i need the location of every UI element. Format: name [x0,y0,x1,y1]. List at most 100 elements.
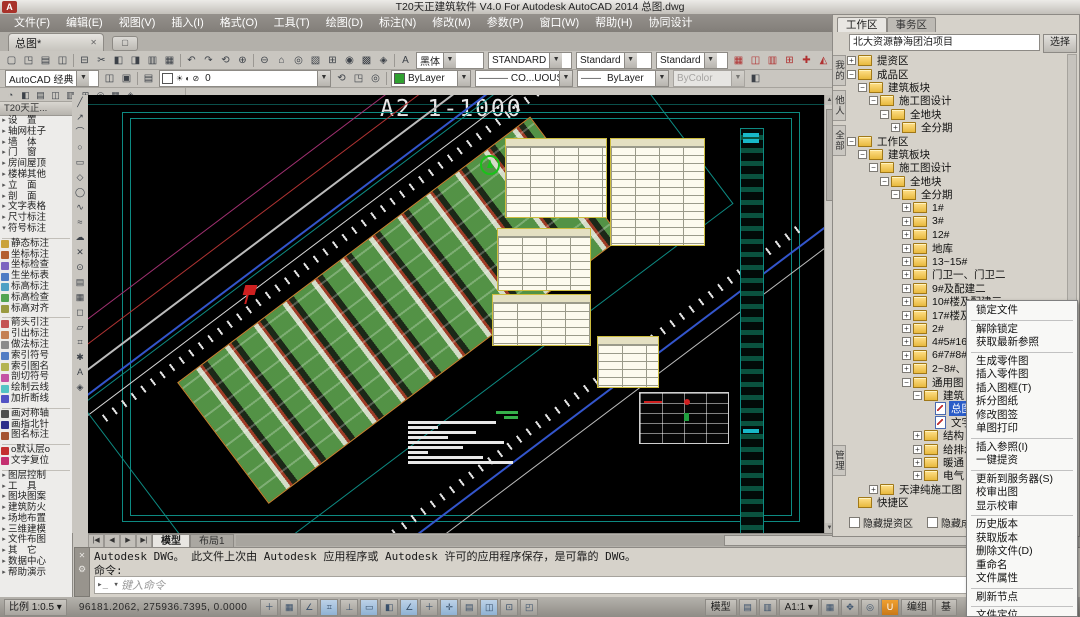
toolbar-icon-11[interactable]: ↷ [200,53,217,68]
scale-selector[interactable]: 比例 1:0.5 ▾ [4,599,67,616]
status-right-icon-4[interactable]: ▦ [821,599,839,616]
tree-row-全分期[interactable]: −全分期 [847,188,1071,201]
tree-row-全地块[interactable]: −全地块 [847,175,1071,188]
chevron-down-icon[interactable]: ▼ [559,71,572,86]
context-menu-item-拆分图纸[interactable]: 拆分图纸 [967,395,1077,409]
toolbar-icon-3[interactable]: ◫ [54,53,71,68]
context-menu-item-刷新节点[interactable]: 刷新节点 [967,591,1077,605]
expand-icon[interactable]: + [902,203,911,212]
tab-model[interactable]: 模型 [152,534,190,548]
toolbar3-icon-2[interactable]: ▤ [33,89,48,101]
layer-off-icon[interactable]: ◎ [367,71,384,86]
status-toggle-1[interactable]: ▦ [280,599,298,616]
context-menu-item-插入图框T[interactable]: 插入图框(T) [967,382,1077,396]
menu-item-视图V[interactable]: 视图(V) [111,15,164,31]
chevron-down-icon[interactable]: ▼ [549,53,562,68]
toolbar3-icon-0[interactable]: ◔ [3,89,18,101]
draw-tool-icon-11[interactable]: ⊙ [72,260,88,275]
collapse-icon[interactable]: − [869,96,878,105]
menu-item-标注N[interactable]: 标注(N) [371,15,424,31]
context-menu-item-重命名[interactable]: 重命名 [967,559,1077,573]
sidebar-item-加折断线[interactable]: 加折断线 [0,394,72,405]
menu-item-修改M[interactable]: 修改(M) [424,15,479,31]
status-toggle-3[interactable]: ⌗ [320,599,338,616]
status-right-icon-2[interactable]: ▥ [759,599,777,616]
expand-icon[interactable]: + [902,257,911,266]
menu-item-帮助H[interactable]: 帮助(H) [587,15,640,31]
draw-tool-icon-17[interactable]: ✱ [72,350,88,365]
tree-row-提资区[interactable]: +提资区 [847,54,1071,67]
draw-tool-icon-13[interactable]: ▦ [72,290,88,305]
layer-prev-icon[interactable]: ⟲ [333,71,350,86]
context-menu-item-获取版本[interactable]: 获取版本 [967,532,1077,546]
status-toggle-11[interactable]: ◫ [480,599,498,616]
toolbar-icon-12[interactable]: ⟲ [217,53,234,68]
status-toggle-7[interactable]: ∠ [400,599,418,616]
collapse-icon[interactable]: − [880,110,889,119]
sidebar-item-轴网柱子[interactable]: ▸轴网柱子 [0,127,72,138]
layer-properties-icon[interactable]: ▤ [140,71,157,86]
status-toggle-10[interactable]: ▤ [460,599,478,616]
draw-tool-icon-14[interactable]: ◻ [72,305,88,320]
chevron-down-icon[interactable]: ▼ [317,71,330,86]
chevron-down-icon[interactable]: ▼ [655,71,668,86]
tree-row-9#及配建二[interactable]: +9#及配建二 [847,282,1071,295]
draw-tool-icon-10[interactable]: ✕ [72,245,88,260]
draw-tool-icon-1[interactable]: ↗ [72,110,88,125]
t20-toolbar-icon-4[interactable]: ✚ [798,53,815,68]
context-menu-item-文件属性[interactable]: 文件属性 [967,572,1077,586]
drawing-canvas[interactable]: A2 1-1000 [88,95,824,533]
sidebar-item-帮助演示[interactable]: ▸帮助演示 [0,568,72,579]
sidebar-item-图层控制[interactable]: ▸图层控制 [0,471,72,482]
side-tab-我的[interactable]: 我的 [833,55,846,86]
document-tab[interactable]: 总图* ✕ [8,33,104,51]
checkbox-隐藏提资区[interactable]: 隐藏提资区 [849,515,913,530]
context-menu-item-历史版本[interactable]: 历史版本 [967,518,1077,532]
expand-icon[interactable]: + [913,458,922,467]
checkbox-box[interactable] [849,517,860,528]
expand-icon[interactable]: + [902,230,911,239]
menu-item-格式O[interactable]: 格式(O) [212,15,266,31]
menu-item-参数P[interactable]: 参数(P) [479,15,532,31]
font-style-dropdown[interactable]: 黑体▼ [416,52,484,69]
collapse-icon[interactable]: − [858,150,867,159]
status-toggle-4[interactable]: ⊥ [340,599,358,616]
draw-tool-icon-16[interactable]: ⌗ [72,335,88,350]
text-style-dropdown[interactable]: STANDARD▼ [488,52,572,69]
sidebar-item-静态标注[interactable]: 静态标注 [0,239,72,250]
side-tab-manage[interactable]: 管理 [833,445,846,476]
sidebar-item-标高检查[interactable]: 标高检查 [0,293,72,304]
context-menu-item-解除锁定[interactable]: 解除锁定 [967,323,1077,337]
toolbar-icon-19[interactable]: ◉ [341,53,358,68]
context-menu-item-更新到服务器S[interactable]: 更新到服务器(S) [967,473,1077,487]
context-menu-item-单图打印[interactable]: 单图打印 [967,422,1077,436]
t20-menu-header[interactable]: T20天正... [0,102,72,116]
expand-icon[interactable]: + [902,311,911,320]
chevron-down-icon[interactable]: ▼ [76,71,89,86]
collapse-icon[interactable]: − [902,378,911,387]
command-input-row[interactable]: ▸_ ▾ 键入命令 [94,576,1074,594]
new-tab-button[interactable]: ▢ [112,36,138,51]
sidebar-item-符号标注[interactable]: ▾符号标注 [0,224,72,235]
toolbar3-icon-1[interactable]: ◧ [18,89,33,101]
chevron-down-icon[interactable]: ▼ [624,53,637,68]
expand-icon[interactable]: + [902,364,911,373]
layout-nav-aa[interactable]: ▶| [136,534,152,548]
draw-tool-icon-6[interactable]: ◯ [72,185,88,200]
toolbar-icon-7[interactable]: ◨ [127,53,144,68]
workspace-dropdown[interactable]: AutoCAD 经典▼ [5,70,99,87]
color-dropdown[interactable]: ByLayer▼ [391,70,471,87]
expand-icon[interactable]: + [913,431,922,440]
tab-affairs[interactable]: 事务区 [887,17,937,32]
layer-dropdown[interactable]: ☀ ◐ ⊘0▼ [159,70,331,87]
expand-icon[interactable]: + [902,297,911,306]
expand-icon[interactable]: + [902,217,911,226]
expand-icon[interactable]: + [902,270,911,279]
context-menu-item-一键提资[interactable]: 一键提资 [967,454,1077,468]
layout-nav-a[interactable]: ▶ [120,534,136,548]
expand-icon[interactable]: + [902,351,911,360]
tree-row-全分期[interactable]: +全分期 [847,121,1071,134]
select-project-button[interactable]: 选择 [1043,34,1077,53]
draw-tool-icon-0[interactable]: ╱ [72,95,88,110]
workspace-settings-icon[interactable]: ◫ [101,71,118,86]
